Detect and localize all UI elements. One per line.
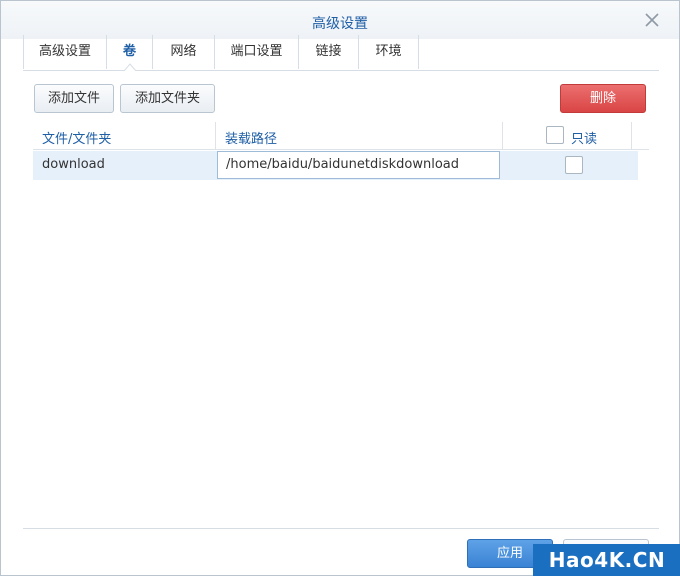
column-divider[interactable] — [215, 122, 216, 150]
title-bar: 高级设置 — [1, 1, 679, 39]
tab-environment[interactable]: 环境 — [359, 35, 419, 69]
column-header-file-folder[interactable]: 文件/文件夹 — [42, 128, 111, 147]
close-icon[interactable] — [643, 11, 661, 29]
table-header: 文件/文件夹 装载路径 只读 — [33, 122, 649, 150]
dialog-title: 高级设置 — [312, 16, 368, 32]
table-row[interactable]: download /home/baidu/baidunetdiskdownloa… — [33, 151, 638, 180]
watermark-logo: Hao4K.CN — [533, 544, 680, 576]
file-folder-cell: download — [42, 157, 105, 172]
active-tab-indicator-icon — [123, 59, 137, 72]
add-folder-button[interactable]: 添加文件夹 — [120, 84, 215, 113]
add-file-button[interactable]: 添加文件 — [34, 84, 114, 113]
volume-table: 文件/文件夹 装载路径 只读 download /home/baidu/baid… — [33, 122, 649, 180]
read-only-checkbox[interactable] — [565, 156, 583, 174]
column-header-read-only[interactable]: 只读 — [571, 128, 597, 147]
tab-port-settings[interactable]: 端口设置 — [215, 35, 299, 69]
tab-network[interactable]: 网络 — [153, 35, 215, 69]
mount-path-input[interactable]: /home/baidu/baidunetdiskdownload — [217, 151, 500, 179]
advanced-settings-dialog: 高级设置 高级设置 卷 网络 端口设置 链接 环境 添加文件 添加文件夹 删除 … — [0, 0, 680, 576]
read-only-select-all-checkbox[interactable] — [546, 126, 564, 144]
delete-button[interactable]: 删除 — [560, 84, 646, 113]
tab-advanced-settings[interactable]: 高级设置 — [23, 35, 107, 69]
column-divider[interactable] — [502, 122, 503, 150]
column-header-mount-path[interactable]: 装载路径 — [225, 128, 277, 147]
tab-bar: 高级设置 卷 网络 端口设置 链接 环境 — [23, 35, 659, 71]
column-divider[interactable] — [631, 122, 632, 150]
tab-links[interactable]: 链接 — [299, 35, 359, 69]
footer-divider — [23, 528, 659, 529]
